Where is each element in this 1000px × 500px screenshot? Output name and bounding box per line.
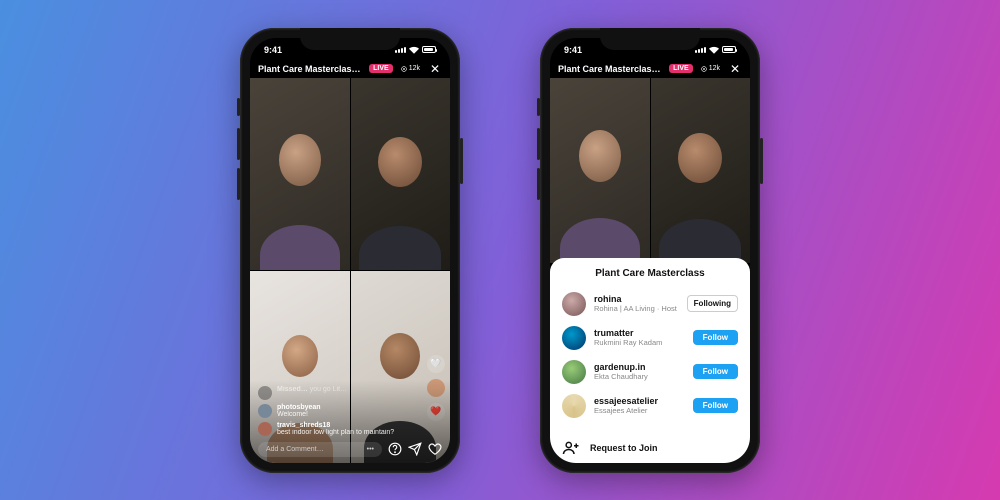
- live-badge: LIVE: [669, 64, 693, 73]
- participant-row[interactable]: rohina Rohina | AA Living · Host Followi…: [562, 287, 738, 321]
- comment-input[interactable]: Add a Comment… •••: [258, 442, 382, 457]
- screen: 9:41 Plant Care Masterclass… LIVE 12k ✕: [250, 38, 450, 463]
- heart-icon[interactable]: [428, 442, 442, 456]
- live-comment: travis_shreds18 best indoor low light pl…: [258, 422, 442, 436]
- more-icon[interactable]: •••: [367, 446, 374, 453]
- close-icon[interactable]: ✕: [428, 62, 442, 76]
- phone-left: 9:41 Plant Care Masterclass… LIVE 12k ✕: [240, 28, 460, 473]
- request-to-join[interactable]: Request to Join: [562, 431, 738, 459]
- participant-subtitle: Rukmini Ray Kadam: [594, 338, 685, 347]
- participant-username: essajeesatelier: [594, 396, 685, 406]
- avatar: [258, 422, 272, 436]
- live-badge: LIVE: [369, 64, 393, 73]
- notch: [300, 28, 400, 50]
- live-header: Plant Care Masterclass… LIVE 12k ✕: [550, 62, 750, 76]
- signal-icon: [395, 47, 406, 53]
- comment-bar: Add a Comment… •••: [258, 442, 442, 457]
- participant-row[interactable]: trumatter Rukmini Ray Kadam Follow: [562, 321, 738, 355]
- participant-username: gardenup.in: [594, 362, 685, 372]
- video-tile[interactable]: [250, 78, 350, 270]
- following-button[interactable]: Following: [687, 295, 738, 312]
- request-label: Request to Join: [590, 443, 658, 453]
- participant-row[interactable]: gardenup.in Ekta Chaudhary Follow: [562, 355, 738, 389]
- participant-username: trumatter: [594, 328, 685, 338]
- battery-icon: [422, 46, 436, 53]
- avatar: [562, 292, 586, 316]
- participant-row[interactable]: essajeesatelier Essajees Atelier Follow: [562, 389, 738, 423]
- eye-icon: [401, 66, 407, 72]
- phone-right: 9:41 Plant Care Masterclass… LIVE 12k ✕: [540, 28, 760, 473]
- status-time: 9:41: [264, 45, 282, 55]
- viewer-count[interactable]: 12k: [397, 64, 424, 73]
- close-icon[interactable]: ✕: [728, 62, 742, 76]
- signal-icon: [695, 47, 706, 53]
- live-comment: photosbyean Welcome!: [258, 404, 442, 418]
- avatar: [562, 360, 586, 384]
- avatar: [258, 404, 272, 418]
- sheet-title: Plant Care Masterclass: [562, 268, 738, 279]
- comments-overlay: Missed… you go Lit… photosbyean Welcome!…: [250, 380, 450, 463]
- participant-subtitle: Essajees Atelier: [594, 406, 685, 415]
- viewer-count[interactable]: 12k: [697, 64, 724, 73]
- wifi-icon: [709, 46, 719, 54]
- question-icon[interactable]: [388, 442, 402, 456]
- follow-button[interactable]: Follow: [693, 330, 738, 345]
- screen: 9:41 Plant Care Masterclass… LIVE 12k ✕: [550, 38, 750, 463]
- video-tile[interactable]: [651, 78, 751, 263]
- participant-subtitle: Ekta Chaudhary: [594, 372, 685, 381]
- participant-subtitle: Rohina | AA Living · Host: [594, 304, 679, 313]
- participants-sheet: Plant Care Masterclass rohina Rohina | A…: [550, 258, 750, 463]
- video-tile[interactable]: [351, 78, 451, 270]
- share-icon[interactable]: [408, 442, 422, 456]
- video-grid: [550, 78, 750, 263]
- eye-icon: [701, 66, 707, 72]
- request-join-icon: [562, 439, 580, 457]
- follow-button[interactable]: Follow: [693, 398, 738, 413]
- avatar: [562, 326, 586, 350]
- live-comment: Missed… you go Lit…: [258, 386, 442, 400]
- live-header: Plant Care Masterclass… LIVE 12k ✕: [250, 62, 450, 76]
- live-title[interactable]: Plant Care Masterclass…: [258, 64, 365, 74]
- avatar: [562, 394, 586, 418]
- video-tile[interactable]: [550, 78, 650, 263]
- follow-button[interactable]: Follow: [693, 364, 738, 379]
- status-time: 9:41: [564, 45, 582, 55]
- battery-icon: [722, 46, 736, 53]
- live-title[interactable]: Plant Care Masterclass…: [558, 64, 665, 74]
- participant-username: rohina: [594, 294, 679, 304]
- notch: [600, 28, 700, 50]
- avatar: [258, 386, 272, 400]
- reaction-heart[interactable]: 🤍: [427, 355, 445, 373]
- wifi-icon: [409, 46, 419, 54]
